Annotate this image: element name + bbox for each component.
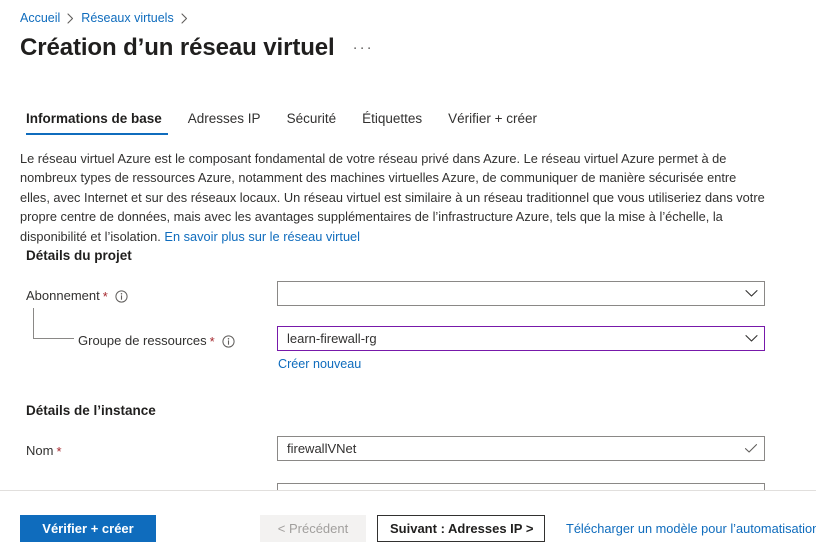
page-title-row: Création d’un réseau virtuel ··· xyxy=(20,33,374,63)
label-subscription-text: Abonnement xyxy=(26,288,100,303)
learn-more-link[interactable]: En savoir plus sur le réseau virtuel xyxy=(164,229,360,244)
page-title: Création d’un réseau virtuel xyxy=(20,34,335,61)
tab-label: Informations de base xyxy=(26,111,162,126)
row-name: Nom * firewallVNet xyxy=(0,436,816,469)
tab-securite[interactable]: Sécurité xyxy=(274,110,350,135)
tab-verifier-creer[interactable]: Vérifier + créer xyxy=(435,110,550,135)
label-name-text: Nom xyxy=(26,443,54,458)
description-text: Le réseau virtuel Azure est le composant… xyxy=(20,151,765,244)
required-marker: * xyxy=(56,444,62,459)
required-marker: * xyxy=(102,289,108,304)
chevron-down-icon xyxy=(738,289,764,298)
checkmark-icon xyxy=(738,443,764,454)
tab-label: Vérifier + créer xyxy=(448,111,538,126)
footer-bar: Vérifier + créer < Précédent Suivant : A… xyxy=(0,491,816,557)
tab-label: Adresses IP xyxy=(187,111,261,126)
section-heading-instance-details: Détails de l’instance xyxy=(26,403,156,418)
info-circle-icon[interactable] xyxy=(222,335,235,348)
chevron-right-icon xyxy=(67,12,74,24)
next-button[interactable]: Suivant : Adresses IP > xyxy=(377,515,545,542)
create-new-resource-group-link[interactable]: Créer nouveau xyxy=(278,357,361,371)
chevron-down-icon xyxy=(738,334,764,343)
download-template-link[interactable]: Télécharger un modèle pour l’automatisat… xyxy=(566,515,816,542)
breadcrumb-item-home[interactable]: Accueil xyxy=(20,10,60,26)
name-input[interactable]: firewallVNet xyxy=(277,436,765,461)
label-subscription: Abonnement * xyxy=(26,288,128,303)
row-resource-group: Groupe de ressources * learn-firewall-rg… xyxy=(0,308,816,371)
resource-group-dropdown[interactable]: learn-firewall-rg xyxy=(277,326,765,351)
breadcrumb: Accueil Réseaux virtuels xyxy=(20,10,195,26)
label-resource-group-text: Groupe de ressources xyxy=(78,333,207,348)
subscription-dropdown[interactable] xyxy=(277,281,765,306)
chevron-right-icon-2 xyxy=(181,12,188,24)
section-heading-project-details: Détails du projet xyxy=(26,248,132,263)
row-subscription: Abonnement * xyxy=(0,281,816,314)
review-create-button[interactable]: Vérifier + créer xyxy=(20,515,156,542)
resource-group-value: learn-firewall-rg xyxy=(287,331,377,346)
info-circle-icon[interactable] xyxy=(115,290,128,303)
required-marker: * xyxy=(209,334,215,349)
description-paragraph: Le réseau virtuel Azure est le composant… xyxy=(20,149,768,246)
tab-informations-de-base[interactable]: Informations de base xyxy=(20,110,175,135)
tab-label: Sécurité xyxy=(286,111,337,126)
breadcrumb-item-virtual-networks[interactable]: Réseaux virtuels xyxy=(81,10,173,26)
tab-bar: Informations de base Adresses IP Sécurit… xyxy=(20,110,550,135)
tab-label: Étiquettes xyxy=(362,111,423,126)
form-area: Détails du projet Abonnement * Groupe de… xyxy=(0,248,816,516)
label-resource-group: Groupe de ressources * xyxy=(78,333,235,348)
label-name: Nom * xyxy=(26,443,62,458)
previous-button: < Précédent xyxy=(260,515,366,542)
tab-etiquettes[interactable]: Étiquettes xyxy=(349,110,435,135)
tab-adresses-ip[interactable]: Adresses IP xyxy=(175,110,274,135)
name-value: firewallVNet xyxy=(287,441,357,456)
more-ellipsis-icon[interactable]: ··· xyxy=(353,39,374,56)
